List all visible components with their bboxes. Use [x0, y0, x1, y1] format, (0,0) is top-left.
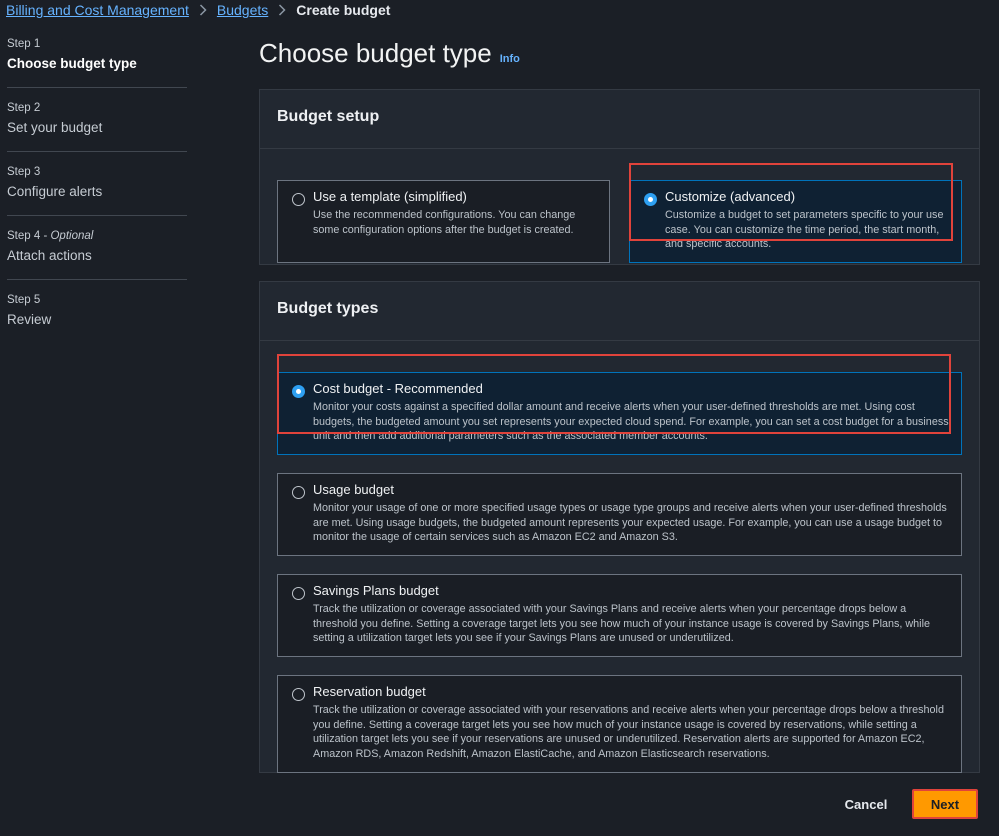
step-number: Step 1 — [7, 38, 41, 50]
step-optional-label: Optional — [50, 230, 94, 242]
chevron-right-icon — [278, 4, 286, 16]
option-description: Customize a budget to set parameters spe… — [665, 209, 944, 250]
step-name: Attach actions — [7, 248, 92, 263]
step-number: Step 5 — [7, 294, 41, 306]
option-title: Use a template (simplified) — [313, 189, 467, 204]
radio-button-selected[interactable] — [644, 193, 657, 206]
step-number-text: Step 4 — [7, 230, 41, 242]
option-savings-plans-budget[interactable]: Savings Plans budget Track the utilizati… — [277, 574, 962, 657]
radio-button-selected[interactable] — [292, 385, 305, 398]
option-customize[interactable]: Customize (advanced) Customize a budget … — [629, 180, 962, 263]
step-1: Step 1 Choose budget type — [7, 38, 187, 87]
option-description: Track the utilization or coverage associ… — [313, 603, 930, 644]
option-description: Monitor your usage of one or more specif… — [313, 502, 947, 543]
next-button[interactable]: Next — [912, 789, 978, 819]
radio-button[interactable] — [292, 193, 305, 206]
option-reservation-budget[interactable]: Reservation budget Track the utilization… — [277, 675, 962, 773]
radio-button[interactable] — [292, 486, 305, 499]
option-description: Use the recommended configurations. You … — [313, 209, 576, 236]
radio-button[interactable] — [292, 688, 305, 701]
option-cost-budget[interactable]: Cost budget - Recommended Monitor your c… — [277, 372, 962, 455]
radio-button[interactable] — [292, 587, 305, 600]
step-number: Step 4 - Optional — [7, 230, 94, 242]
option-usage-budget[interactable]: Usage budget Monitor your usage of one o… — [277, 473, 962, 556]
option-title: Customize (advanced) — [665, 189, 796, 204]
option-description: Monitor your costs against a specified d… — [313, 401, 949, 442]
step-number: Step 3 — [7, 166, 41, 178]
budget-types-panel: Budget types Cost budget - Recommended M… — [259, 281, 980, 773]
panel-header: Budget types — [260, 282, 979, 341]
page-heading: Choose budget type — [259, 38, 492, 68]
option-title: Reservation budget — [313, 684, 426, 699]
breadcrumb-link-budgets[interactable]: Budgets — [217, 2, 268, 18]
step-name: Review — [7, 312, 52, 327]
page-title: Choose budget type Info — [259, 38, 520, 69]
step-4: Step 4 - Optional Attach actions — [7, 215, 187, 279]
step-name: Choose budget type — [7, 56, 137, 71]
step-name: Configure alerts — [7, 184, 103, 199]
step-2: Step 2 Set your budget — [7, 87, 187, 151]
option-description: Track the utilization or coverage associ… — [313, 704, 944, 760]
option-title: Savings Plans budget — [313, 583, 439, 598]
cancel-button[interactable]: Cancel — [832, 790, 900, 818]
breadcrumb-link-billing[interactable]: Billing and Cost Management — [6, 2, 189, 18]
wizard-steps: Step 1 Choose budget type Step 2 Set you… — [7, 38, 187, 343]
option-title: Cost budget - Recommended — [313, 381, 483, 396]
panel-header: Budget setup — [260, 90, 979, 149]
budget-setup-panel: Budget setup Use a template (simplified)… — [259, 89, 980, 265]
info-link[interactable]: Info — [500, 53, 520, 65]
step-3: Step 3 Configure alerts — [7, 151, 187, 215]
step-number: Step 2 — [7, 102, 41, 114]
step-5: Step 5 Review — [7, 279, 187, 343]
option-title: Usage budget — [313, 482, 394, 497]
chevron-right-icon — [199, 4, 207, 16]
breadcrumb: Billing and Cost Management Budgets Crea… — [6, 2, 390, 18]
breadcrumb-current: Create budget — [296, 2, 391, 18]
option-template[interactable]: Use a template (simplified) Use the reco… — [277, 180, 610, 263]
step-name: Set your budget — [7, 120, 103, 135]
